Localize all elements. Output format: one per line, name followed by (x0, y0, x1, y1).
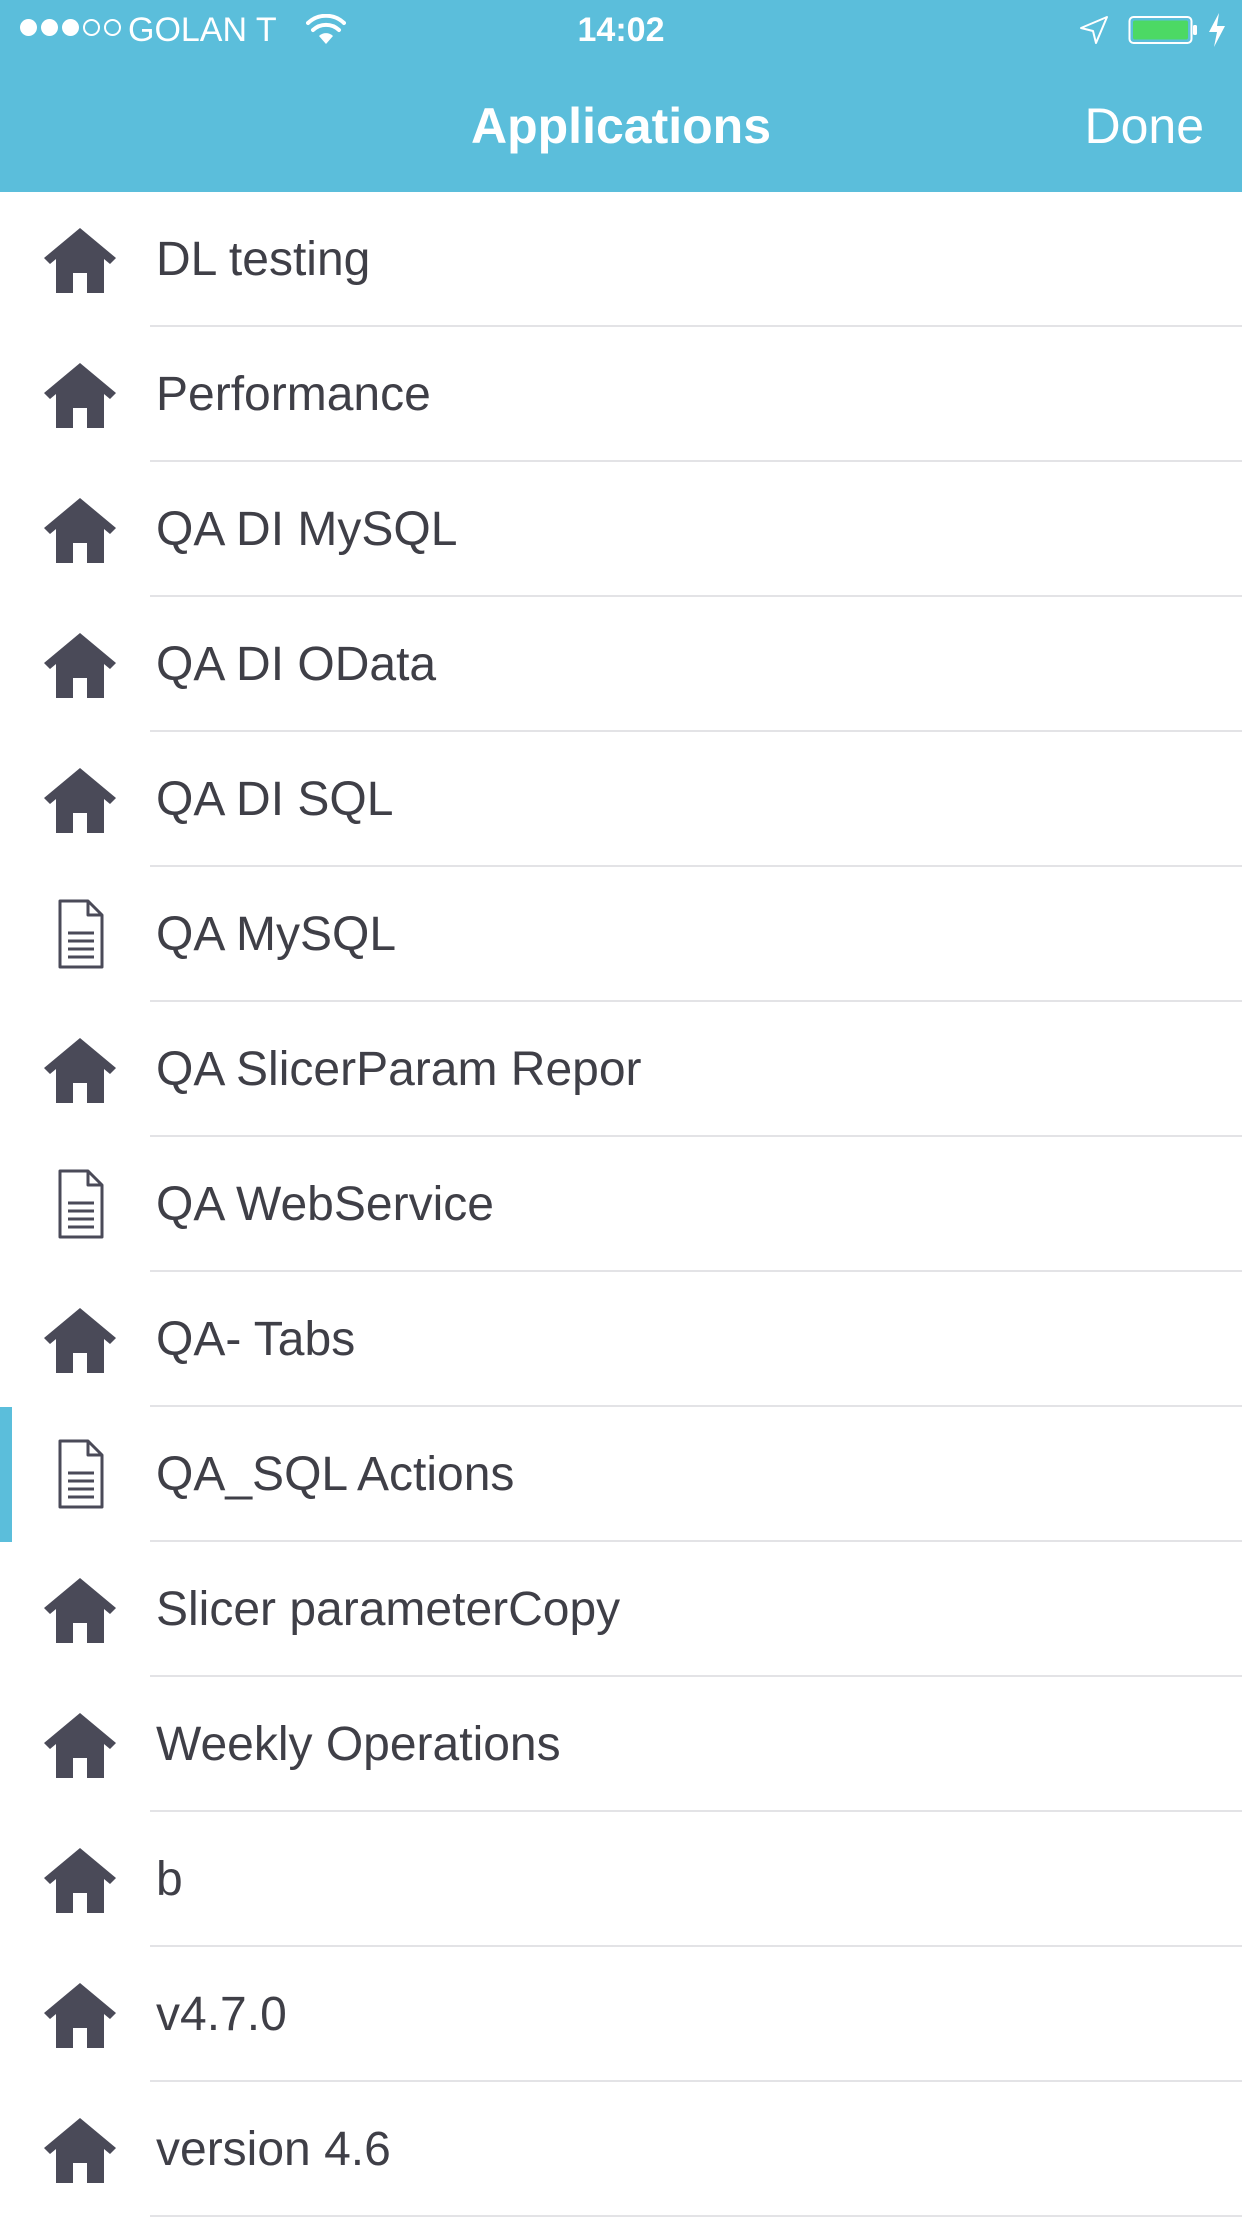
applications-list: DL testing Performance QA DI MySQL QA DI OD… (0, 192, 1242, 2217)
application-row[interactable]: QA DI SQL (0, 732, 1242, 867)
application-row[interactable]: QA MySQL (0, 867, 1242, 1002)
home-icon (44, 1038, 116, 1103)
application-row[interactable]: DL testing (0, 192, 1242, 327)
home-icon (44, 2118, 116, 2183)
navigation-header: GOLAN T 14:02 Applications Done (0, 0, 1242, 192)
application-label: QA SlicerParam Repor (156, 1043, 642, 1096)
application-label: Weekly Operations (156, 1718, 561, 1771)
application-row[interactable]: QA_SQL Actions (0, 1407, 1242, 1542)
home-icon (44, 1578, 116, 1643)
document-icon (58, 899, 104, 969)
home-icon (44, 1308, 116, 1373)
document-icon (58, 1169, 104, 1239)
application-label: QA_SQL Actions (156, 1448, 515, 1501)
battery-icon (1128, 16, 1197, 44)
application-label: QA WebService (156, 1178, 494, 1231)
application-label: v4.7.0 (156, 1988, 287, 2041)
application-label: QA DI SQL (156, 773, 394, 826)
page-title: Applications (470, 98, 772, 154)
application-row[interactable]: QA DI MySQL (0, 462, 1242, 597)
home-icon (44, 1848, 116, 1913)
application-label: QA DI OData (156, 638, 437, 691)
application-label: version 4.6 (156, 2123, 391, 2176)
home-icon (44, 228, 116, 293)
location-arrow-icon (1080, 16, 1108, 44)
application-row[interactable]: Weekly Operations (0, 1677, 1242, 1812)
selection-indicator (0, 1407, 12, 1542)
application-label: QA MySQL (156, 908, 397, 961)
application-row[interactable]: QA SlicerParam Repor (0, 1002, 1242, 1137)
application-label: Performance (156, 368, 431, 421)
home-icon (44, 498, 116, 563)
home-icon (44, 363, 116, 428)
application-row[interactable]: Slicer parameterCopy (0, 1542, 1242, 1677)
application-row[interactable]: b (0, 1812, 1242, 1947)
application-label: Slicer parameterCopy (156, 1583, 621, 1636)
application-label: b (156, 1853, 183, 1906)
application-row[interactable]: QA WebService (0, 1137, 1242, 1272)
status-bar: GOLAN T 14:02 (0, 0, 1242, 60)
document-icon (58, 1439, 104, 1509)
home-icon (44, 1713, 116, 1778)
application-row[interactable]: QA- Tabs (0, 1272, 1242, 1407)
charging-bolt-icon (1209, 13, 1225, 47)
home-icon (44, 633, 116, 698)
application-label: QA- Tabs (156, 1313, 356, 1366)
home-icon (44, 768, 116, 833)
application-row[interactable]: Performance (0, 327, 1242, 462)
application-label: DL testing (156, 233, 371, 286)
application-row[interactable]: v4.7.0 (0, 1947, 1242, 2082)
application-label: QA DI MySQL (156, 503, 458, 556)
application-row[interactable]: version 4.6 (0, 2082, 1242, 2217)
done-button[interactable]: Done (1084, 96, 1204, 156)
home-icon (44, 1983, 116, 2048)
application-row[interactable]: QA DI OData (0, 597, 1242, 732)
status-time: 14:02 (577, 11, 665, 49)
